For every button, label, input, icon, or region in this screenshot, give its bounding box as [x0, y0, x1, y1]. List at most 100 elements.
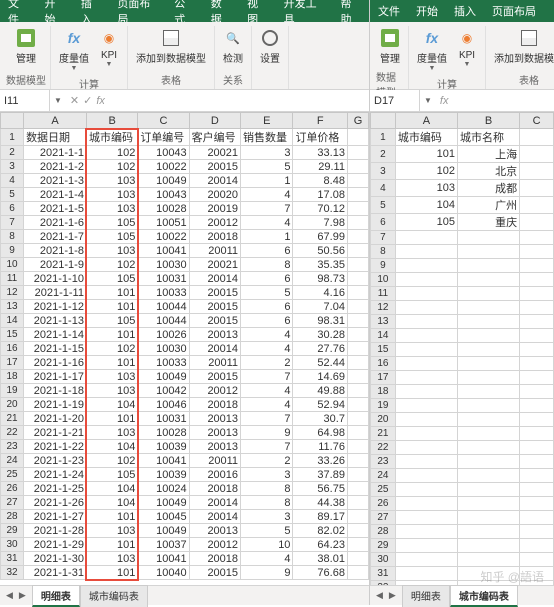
cell[interactable]: 10051 — [138, 216, 189, 230]
menu-item[interactable]: 开始 — [408, 3, 446, 19]
cell[interactable] — [520, 455, 554, 469]
column-header[interactable]: F — [293, 113, 348, 129]
cell[interactable] — [395, 427, 457, 441]
cell[interactable] — [347, 230, 368, 244]
cell[interactable]: 10042 — [138, 384, 189, 398]
cell[interactable]: 10046 — [138, 398, 189, 412]
cell[interactable] — [347, 384, 368, 398]
row-header[interactable]: 15 — [1, 328, 24, 342]
cell[interactable]: 10043 — [138, 188, 189, 202]
select-all-corner[interactable] — [371, 113, 396, 129]
row-header[interactable]: 26 — [371, 497, 396, 511]
row-header[interactable]: 16 — [1, 342, 24, 356]
cell[interactable]: 30.28 — [293, 328, 348, 342]
cell[interactable]: 7 — [241, 202, 293, 216]
cell[interactable]: 105 — [86, 314, 137, 328]
cell[interactable] — [520, 197, 554, 214]
cell[interactable]: 101 — [86, 300, 137, 314]
cell[interactable]: 20015 — [189, 160, 240, 174]
cell[interactable]: 103 — [86, 524, 137, 538]
row-header[interactable]: 25 — [1, 468, 24, 482]
cell[interactable] — [347, 202, 368, 216]
cell[interactable] — [347, 552, 368, 566]
cell[interactable] — [457, 399, 519, 413]
cell[interactable]: 北京 — [457, 163, 519, 180]
cell[interactable]: 20015 — [189, 370, 240, 384]
row-header[interactable]: 21 — [371, 427, 396, 441]
cell[interactable]: 20012 — [189, 384, 240, 398]
cell[interactable]: 8 — [241, 258, 293, 272]
cell[interactable] — [520, 163, 554, 180]
cell[interactable] — [457, 483, 519, 497]
cell[interactable]: 14.69 — [293, 370, 348, 384]
row-header[interactable]: 29 — [1, 524, 24, 538]
cell[interactable] — [457, 539, 519, 553]
cell[interactable]: 成都 — [457, 180, 519, 197]
cell[interactable]: 103 — [86, 426, 137, 440]
cell[interactable]: 7 — [241, 412, 293, 426]
row-header[interactable]: 6 — [371, 214, 396, 231]
cell[interactable]: 10024 — [138, 482, 189, 496]
cell[interactable] — [457, 469, 519, 483]
row-header[interactable]: 12 — [371, 301, 396, 315]
row-header[interactable]: 8 — [1, 230, 24, 244]
cell[interactable]: 10040 — [138, 566, 189, 580]
cell[interactable]: 2021-1-19 — [24, 398, 87, 412]
column-header[interactable]: G — [347, 113, 368, 129]
sheet-tab[interactable]: 明细表 — [32, 585, 80, 607]
cell[interactable]: 10028 — [138, 202, 189, 216]
cell[interactable]: 10022 — [138, 160, 189, 174]
sheet-tab[interactable]: 城市编码表 — [450, 585, 518, 607]
cell[interactable] — [457, 329, 519, 343]
cell[interactable]: 20013 — [189, 426, 240, 440]
cell[interactable]: 2021-1-12 — [24, 300, 87, 314]
cell[interactable]: 105 — [395, 214, 457, 231]
cell[interactable]: 2021-1-17 — [24, 370, 87, 384]
cell[interactable]: 20015 — [189, 286, 240, 300]
cell[interactable] — [457, 287, 519, 301]
cell[interactable] — [395, 511, 457, 525]
header-cell[interactable]: 订单价格 — [293, 129, 348, 146]
cell[interactable] — [347, 496, 368, 510]
cell[interactable]: 10039 — [138, 468, 189, 482]
cell[interactable] — [520, 315, 554, 329]
cell[interactable]: 101 — [86, 412, 137, 426]
cell[interactable]: 20012 — [189, 216, 240, 230]
cell[interactable]: 101 — [86, 510, 137, 524]
cell[interactable]: 20013 — [189, 412, 240, 426]
cell[interactable] — [520, 371, 554, 385]
cell[interactable]: 10041 — [138, 244, 189, 258]
cell[interactable]: 10044 — [138, 314, 189, 328]
cell[interactable]: 105 — [86, 216, 137, 230]
cell[interactable] — [457, 427, 519, 441]
cell[interactable] — [520, 287, 554, 301]
row-header[interactable]: 29 — [371, 539, 396, 553]
row-header[interactable]: 7 — [1, 216, 24, 230]
cell[interactable]: 20015 — [189, 300, 240, 314]
cell[interactable]: 8 — [241, 482, 293, 496]
row-header[interactable]: 30 — [371, 553, 396, 567]
cell[interactable]: 2021-1-13 — [24, 314, 87, 328]
cell[interactable] — [457, 385, 519, 399]
cell[interactable]: 2021-1-18 — [24, 384, 87, 398]
cell[interactable]: 5 — [241, 160, 293, 174]
cell[interactable]: 102 — [86, 258, 137, 272]
cell[interactable]: 20020 — [189, 188, 240, 202]
ribbon-button[interactable]: 管理 — [376, 26, 404, 67]
cell[interactable]: 5 — [241, 286, 293, 300]
cell[interactable]: 6 — [241, 300, 293, 314]
cell[interactable] — [347, 328, 368, 342]
cell[interactable]: 9 — [241, 426, 293, 440]
row-header[interactable]: 5 — [1, 188, 24, 202]
cell[interactable]: 4 — [241, 188, 293, 202]
cell[interactable] — [395, 371, 457, 385]
cell[interactable]: 103 — [86, 370, 137, 384]
cell[interactable]: 20015 — [189, 566, 240, 580]
column-header[interactable]: B — [457, 113, 519, 129]
cell[interactable] — [347, 258, 368, 272]
row-header[interactable]: 19 — [371, 399, 396, 413]
cell[interactable]: 10031 — [138, 412, 189, 426]
row-header[interactable]: 22 — [1, 426, 24, 440]
cell[interactable] — [395, 413, 457, 427]
cell[interactable]: 1 — [241, 230, 293, 244]
